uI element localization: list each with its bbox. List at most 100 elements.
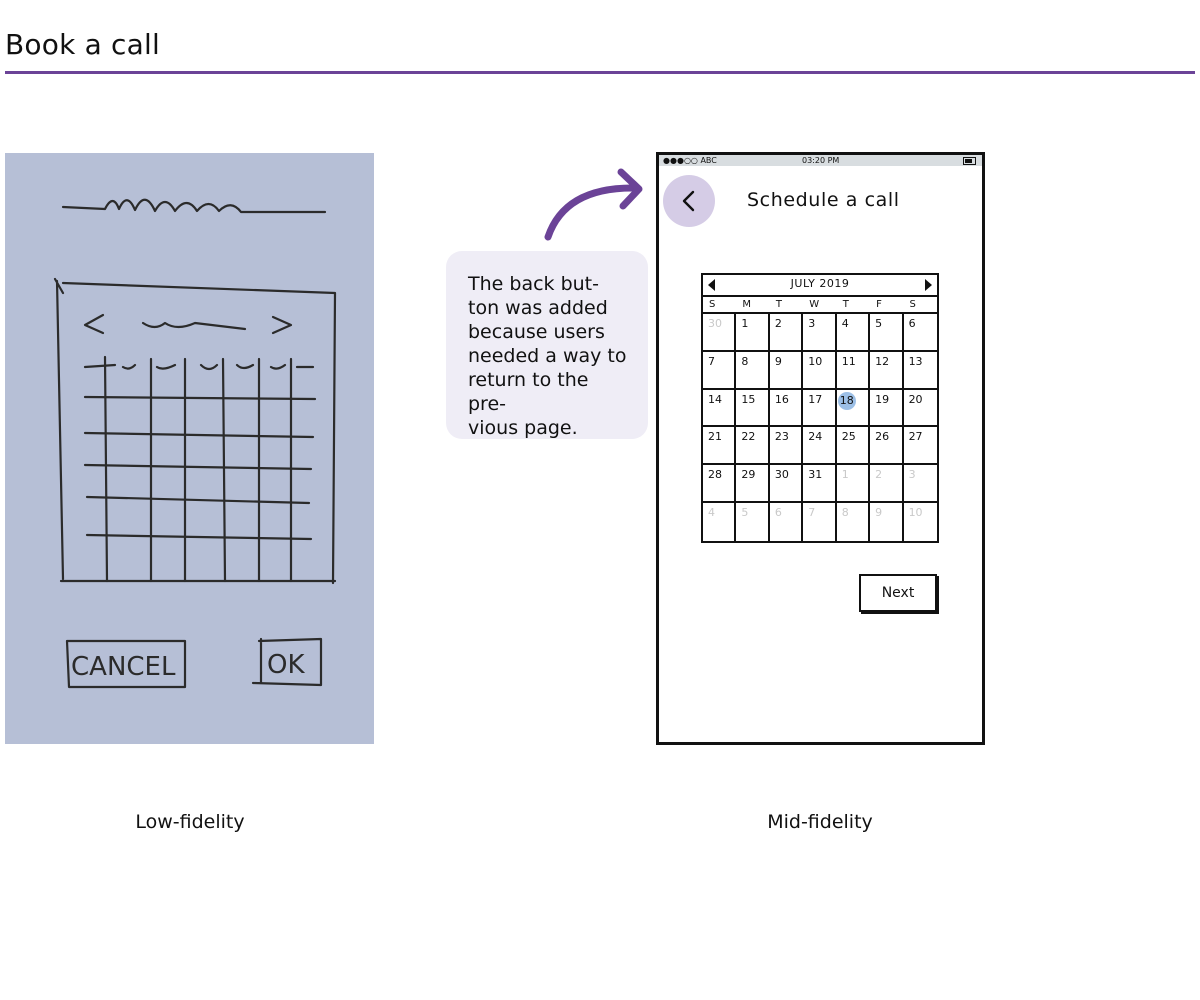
- calendar-day[interactable]: 13: [903, 352, 937, 390]
- calendar-day-number: 22: [741, 430, 756, 444]
- calendar-day-number: 10: [908, 506, 923, 520]
- calendar-day[interactable]: 24: [803, 427, 837, 466]
- back-button[interactable]: [663, 175, 715, 227]
- title-divider: [5, 71, 1195, 74]
- calendar-day[interactable]: 5: [736, 503, 770, 541]
- calendar-day[interactable]: 10: [803, 351, 837, 390]
- calendar-day[interactable]: 9: [769, 351, 804, 390]
- sketch-ok-label: OK: [267, 650, 305, 680]
- calendar-day-number: 8: [841, 506, 849, 520]
- calendar-day-number: 30: [774, 468, 789, 482]
- calendar-day-number: 5: [875, 317, 883, 330]
- calendar-day-number: 6: [774, 506, 782, 520]
- calendar-day-number: 6: [908, 317, 916, 330]
- calendar-day-number: 17: [808, 392, 823, 406]
- calendar-day[interactable]: 3: [803, 314, 837, 352]
- weekday-label: T: [775, 299, 782, 310]
- calendar-day[interactable]: 19: [870, 389, 904, 428]
- calendar-day-number: 9: [875, 506, 883, 520]
- annotation-text: The back but- ton was added because user…: [468, 273, 627, 439]
- calendar-day-number: 1: [741, 317, 749, 330]
- calendar-day-number: 23: [774, 430, 789, 444]
- calendar-day-number: 4: [841, 317, 849, 330]
- calendar-day[interactable]: 5: [870, 314, 904, 352]
- calendar-day[interactable]: 30: [769, 465, 804, 504]
- page-title: Book a call: [5, 28, 160, 61]
- calendar: JULY 2019 SMTWTFS 30 1 2 3 4 5 6 7 8 9 10 11 12 13 14 1…: [701, 273, 939, 543]
- calendar-day[interactable]: 16: [769, 389, 804, 428]
- calendar-day[interactable]: 17: [803, 389, 837, 428]
- calendar-day-number: 14: [708, 392, 722, 406]
- calendar-day-number: 15: [741, 392, 756, 406]
- calendar-day[interactable]: 11: [836, 351, 871, 390]
- annotation-note: The back but- ton was added because user…: [446, 251, 648, 439]
- weekday-label: W: [809, 299, 820, 310]
- calendar-day[interactable]: 4: [836, 314, 871, 352]
- calendar-day[interactable]: 29: [736, 465, 770, 504]
- calendar-day[interactable]: 28: [703, 465, 737, 504]
- calendar-day-selected[interactable]: 18: [836, 389, 871, 428]
- calendar-day[interactable]: 10: [904, 503, 937, 541]
- calendar-day-number: 31: [808, 468, 823, 482]
- calendar-day[interactable]: 7: [803, 503, 837, 541]
- calendar-day-number: 9: [774, 354, 782, 368]
- chevron-left-icon: [682, 190, 695, 212]
- calendar-day[interactable]: 30: [703, 314, 737, 352]
- calendar-day[interactable]: 21: [703, 427, 737, 466]
- calendar-day[interactable]: 9: [870, 503, 904, 541]
- weekday-label: S: [909, 299, 916, 310]
- calendar-day[interactable]: 23: [769, 427, 804, 466]
- status-time: 03:20 PM: [802, 156, 840, 165]
- calendar-day[interactable]: 6: [903, 314, 937, 352]
- low-fidelity-caption: Low-fidelity: [135, 811, 245, 833]
- calendar-day[interactable]: 1: [736, 314, 770, 352]
- calendar-day[interactable]: 8: [736, 351, 770, 390]
- calendar-day[interactable]: 14: [703, 389, 737, 428]
- weekday-label: S: [709, 299, 716, 310]
- calendar-day[interactable]: 27: [903, 427, 937, 466]
- next-button[interactable]: Next: [859, 574, 937, 612]
- calendar-day-number: 2: [774, 317, 782, 330]
- calendar-day-number: 25: [841, 430, 856, 444]
- calendar-day-number: 7: [708, 354, 715, 368]
- calendar-day-number: 4: [708, 506, 715, 520]
- calendar-day-number: 21: [708, 430, 722, 444]
- calendar-day-number: 5: [741, 506, 749, 520]
- calendar-day[interactable]: 2: [870, 465, 904, 504]
- calendar-day[interactable]: 4: [703, 503, 737, 541]
- calendar-day-number: 1: [841, 468, 849, 482]
- calendar-day[interactable]: 8: [837, 503, 871, 541]
- calendar-day-number: 10: [808, 354, 823, 368]
- status-carrier: ●●●○○ ABC: [663, 156, 717, 165]
- calendar-day-number: 20: [908, 392, 923, 406]
- calendar-day[interactable]: 12: [870, 351, 904, 390]
- calendar-day[interactable]: 20: [903, 390, 937, 428]
- calendar-month-label: JULY 2019: [790, 277, 850, 290]
- calendar-day[interactable]: 26: [870, 427, 904, 466]
- calendar-day[interactable]: 31: [803, 465, 837, 504]
- calendar-day-number: 11: [841, 354, 856, 368]
- calendar-day[interactable]: 6: [770, 503, 804, 541]
- calendar-day-number: 3: [808, 317, 816, 330]
- calendar-day[interactable]: 15: [736, 389, 770, 428]
- calendar-day[interactable]: 22: [736, 427, 770, 466]
- calendar-day[interactable]: 3: [903, 465, 937, 504]
- mid-fidelity-phone: ●●●○○ ABC 03:20 PM Schedule a call JULY …: [656, 152, 985, 745]
- next-month-icon[interactable]: [925, 279, 932, 291]
- calendar-day[interactable]: 25: [836, 427, 871, 466]
- calendar-grid: 30 1 2 3 4 5 6 7 8 9 10 11 12 13 14 15 16 17 18 19 20 21 22 23 2…: [703, 314, 937, 541]
- calendar-day-number: 27: [908, 430, 923, 444]
- weekday-label: T: [842, 299, 849, 310]
- calendar-day-number: 29: [741, 468, 756, 482]
- calendar-day-number: 24: [808, 430, 823, 444]
- calendar-day-number: 28: [708, 468, 722, 482]
- calendar-day[interactable]: 7: [703, 351, 737, 390]
- calendar-day[interactable]: 1: [836, 465, 871, 504]
- calendar-weekdays: SMTWTFS: [703, 297, 937, 314]
- calendar-day[interactable]: 2: [769, 314, 804, 352]
- mid-fidelity-caption: Mid-fidelity: [767, 811, 873, 833]
- weekday-label: F: [876, 299, 882, 310]
- weekday-label: M: [742, 299, 752, 310]
- calendar-day-number: 8: [741, 354, 749, 368]
- calendar-day-number: 2: [875, 468, 883, 482]
